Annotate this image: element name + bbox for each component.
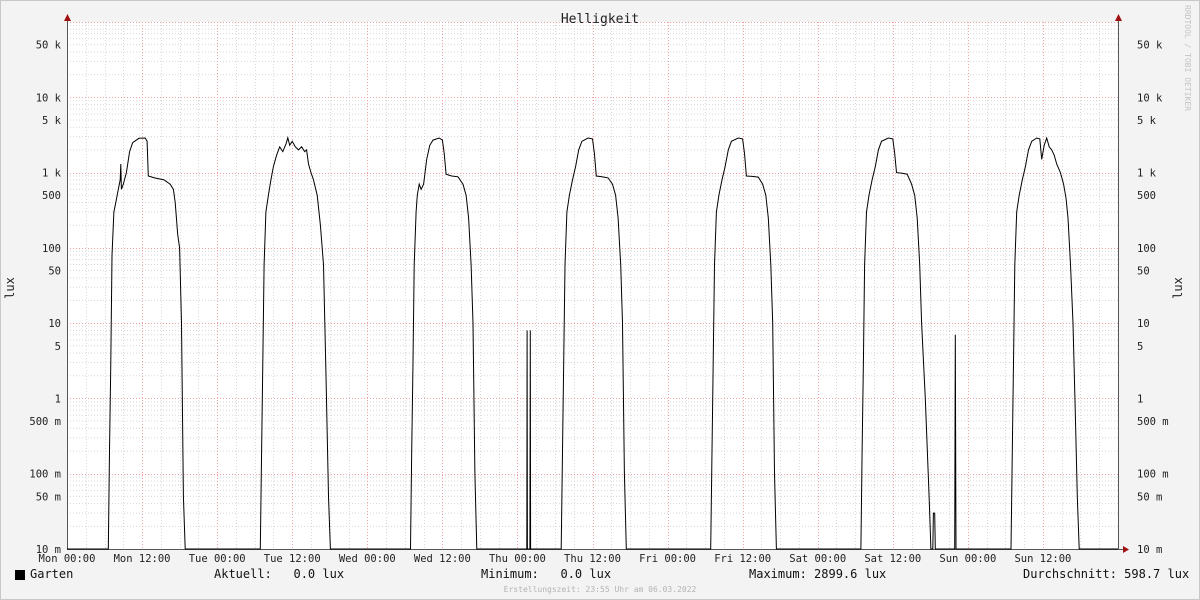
y-tick-label: 50 — [48, 266, 61, 278]
legend-series-name: Garten — [30, 567, 74, 581]
x-tick-label: Sun 12:00 — [1014, 553, 1071, 565]
x-tick-label: Sat 00:00 — [789, 553, 846, 565]
creation-timestamp: Erstellungszeit: 23:55 Uhr am 06.03.2022 — [503, 585, 697, 594]
legend-maximum: Maximum: 2899.6 lux — [749, 567, 887, 581]
legend-average: Durchschnitt: 598.7 lux — [1023, 567, 1190, 581]
x-tick-label: Sun 00:00 — [939, 553, 996, 565]
y-tick-label: 50 k — [36, 40, 62, 52]
x-tick-label: Mon 00:00 — [39, 553, 96, 565]
x-tick-label: Wed 12:00 — [414, 553, 471, 565]
y-tick-labels-right: 50 k 10 k 5 k 1 k 500 100 50 10 5 1 500 m 100 m 50 m… — [1137, 40, 1169, 556]
y-tick-label: 5 k — [42, 115, 62, 127]
y-axis-label-left: lux — [3, 277, 17, 299]
x-axis-arrow — [1123, 546, 1129, 553]
y-tick-label: 500 — [1137, 190, 1156, 202]
y-tick-label: 10 m — [1137, 544, 1162, 556]
y-tick-label: 100 — [42, 243, 61, 255]
y-tick-label: 10 — [1137, 318, 1150, 330]
y-tick-label: 500 m — [29, 416, 61, 428]
x-tick-label: Tue 12:00 — [264, 553, 321, 565]
x-tick-label: Fri 12:00 — [714, 553, 771, 565]
legend-swatch — [15, 570, 25, 580]
y-tick-label: 5 — [1137, 341, 1143, 353]
y-tick-label: 5 k — [1137, 115, 1157, 127]
x-tick-label: Thu 00:00 — [489, 553, 546, 565]
y-axis-arrow-left — [64, 14, 71, 21]
x-tick-label: Mon 12:00 — [114, 553, 171, 565]
y-axis-label-right: lux — [1171, 277, 1185, 299]
y-tick-label: 50 m — [36, 491, 61, 503]
x-tick-label: Wed 00:00 — [339, 553, 396, 565]
y-tick-label: 10 — [48, 318, 61, 330]
y-tick-label: 100 — [1137, 243, 1156, 255]
x-tick-label: Tue 00:00 — [189, 553, 246, 565]
y-tick-label: 50 k — [1137, 40, 1163, 52]
legend-minimum: Minimum: 0.0 lux — [481, 567, 612, 581]
y-tick-label: 50 m — [1137, 491, 1162, 503]
y-tick-label: 1 — [1137, 393, 1143, 405]
rrdtool-credit: RRDTOOL / TOBI OETIKER — [1183, 5, 1192, 111]
y-tick-label: 1 k — [42, 168, 62, 180]
legend-current: Aktuell: 0.0 lux — [214, 567, 345, 581]
y-tick-label: 1 — [55, 393, 61, 405]
y-tick-label: 10 k — [1137, 92, 1163, 104]
y-axis-arrow-right — [1115, 14, 1122, 21]
y-tick-labels-left: 50 k 10 k 5 k 1 k 500 100 50 10 5 1 500 m 100 m 50 m… — [29, 40, 61, 556]
x-tick-label: Sat 12:00 — [864, 553, 921, 565]
y-tick-label: 100 m — [29, 469, 61, 481]
y-tick-label: 100 m — [1137, 469, 1169, 481]
x-tick-labels: Mon 00:00 Mon 12:00 Tue 00:00 Tue 12:00 Wed … — [39, 553, 1072, 565]
brightness-chart: 50 k 10 k 5 k 1 k 500 100 50 10 5 1 500 m 100 m 50 m… — [3, 12, 1185, 565]
y-tick-label: 50 — [1137, 266, 1150, 278]
x-tick-label: Thu 12:00 — [564, 553, 621, 565]
y-tick-label: 500 — [42, 190, 61, 202]
x-tick-label: Fri 00:00 — [639, 553, 696, 565]
y-tick-label: 10 k — [36, 92, 62, 104]
y-tick-label: 500 m — [1137, 416, 1169, 428]
chart-title: Helligkeit — [561, 12, 639, 27]
y-tick-label: 1 k — [1137, 168, 1157, 180]
minor-grid — [67, 22, 1118, 549]
y-tick-label: 5 — [55, 341, 61, 353]
